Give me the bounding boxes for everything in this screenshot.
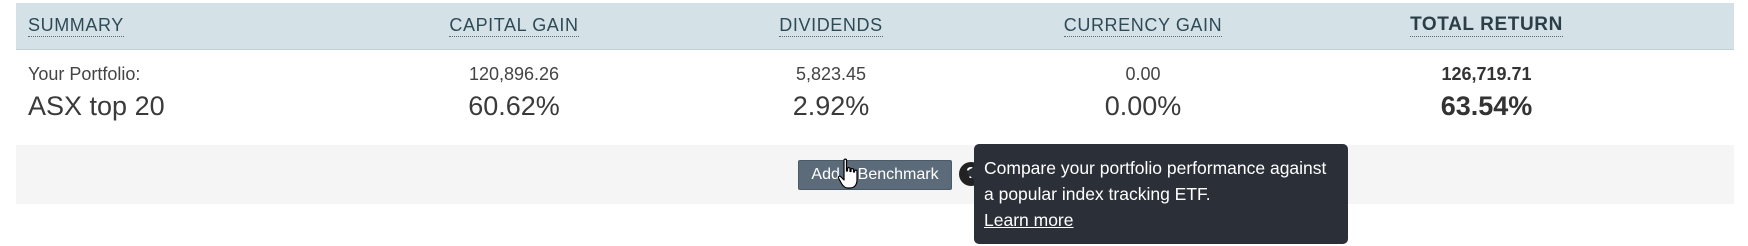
benchmark-total-return: 63.54% — [1440, 91, 1533, 121]
benchmark-currency-gain: 0.00% — [1104, 91, 1182, 121]
portfolio-currency-gain: 0.00 — [1125, 64, 1161, 84]
header-dividends-cell: DIVIDENDS — [716, 3, 946, 49]
learn-more-link[interactable]: Learn more — [984, 210, 1074, 230]
performance-summary-page: SUMMARY CAPITAL GAIN DIVIDENDS CURRENCY … — [0, 0, 1748, 246]
portfolio-dividends: 5,823.45 — [795, 64, 867, 84]
portfolio-label-cell: Your Portfolio: — [28, 50, 140, 84]
header-capital-gain-cell: CAPITAL GAIN — [399, 3, 629, 49]
header-total-return-cell: TOTAL RETURN — [1354, 3, 1619, 49]
tooltip-text-line2: a popular index tracking ETF. — [984, 184, 1211, 204]
header-summary-cell: SUMMARY — [28, 3, 124, 49]
portfolio-dividends-cell: 5,823.45 — [716, 50, 946, 84]
benchmark-bar: Add a Benchmark ? — [16, 145, 1734, 204]
header-total-return[interactable]: TOTAL RETURN — [1410, 15, 1563, 37]
header-summary[interactable]: SUMMARY — [28, 15, 124, 37]
benchmark-label-cell: ASX top 20 — [28, 84, 165, 128]
benchmark-dividends-cell: 2.92% — [716, 84, 946, 128]
summary-header-row: SUMMARY CAPITAL GAIN DIVIDENDS CURRENCY … — [16, 3, 1734, 50]
add-benchmark-button[interactable]: Add a Benchmark — [798, 160, 952, 190]
portfolio-capital-gain-cell: 120,896.26 — [399, 50, 629, 84]
portfolio-total-return: 126,719.71 — [1441, 64, 1532, 84]
portfolio-row: Your Portfolio: 120,896.26 5,823.45 0.00… — [16, 50, 1734, 84]
header-currency-gain[interactable]: CURRENCY GAIN — [1063, 15, 1223, 37]
header-capital-gain[interactable]: CAPITAL GAIN — [449, 15, 579, 37]
portfolio-label: Your Portfolio: — [28, 64, 141, 84]
benchmark-currency-gain-cell: 0.00% — [1028, 84, 1258, 128]
header-dividends[interactable]: DIVIDENDS — [779, 15, 883, 37]
benchmark-total-return-cell: 63.54% — [1354, 84, 1619, 128]
benchmark-capital-gain: 60.62% — [468, 91, 560, 121]
tooltip-arrow — [967, 166, 974, 180]
benchmark-tooltip: Compare your portfolio performance again… — [974, 144, 1348, 244]
benchmark-capital-gain-cell: 60.62% — [399, 84, 629, 128]
header-currency-gain-cell: CURRENCY GAIN — [1028, 3, 1258, 49]
tooltip-text-line1: Compare your portfolio performance again… — [984, 158, 1327, 178]
portfolio-currency-gain-cell: 0.00 — [1028, 50, 1258, 84]
benchmark-label: ASX top 20 — [28, 91, 165, 121]
portfolio-total-return-cell: 126,719.71 — [1354, 50, 1619, 84]
benchmark-row: ASX top 20 60.62% 2.92% 0.00% 63.54% — [16, 84, 1734, 128]
benchmark-dividends: 2.92% — [792, 91, 870, 121]
summary-table: SUMMARY CAPITAL GAIN DIVIDENDS CURRENCY … — [16, 3, 1734, 128]
portfolio-capital-gain: 120,896.26 — [468, 64, 560, 84]
